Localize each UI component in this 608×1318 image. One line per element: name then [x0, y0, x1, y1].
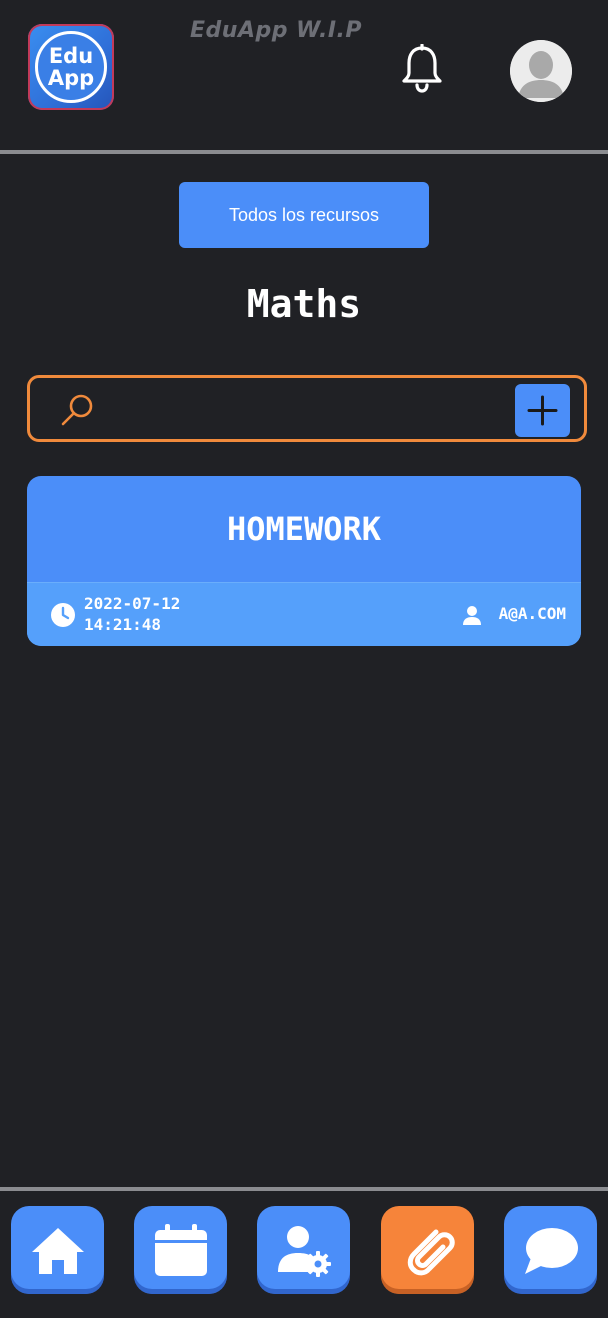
nav-profile-settings-button[interactable] — [257, 1206, 350, 1294]
nav-calendar-button[interactable] — [134, 1206, 227, 1294]
eduapp-logo[interactable]: Edu App — [28, 24, 114, 110]
plus-icon — [527, 395, 558, 426]
resource-date: 2022-07-12 — [84, 594, 181, 613]
logo-text-line2: App — [47, 66, 95, 90]
chat-icon — [524, 1228, 578, 1274]
home-icon — [31, 1228, 84, 1274]
resource-time: 14:21:48 — [84, 615, 162, 634]
user-settings-icon — [277, 1226, 331, 1277]
search-input[interactable] — [108, 386, 508, 430]
search-icon — [61, 394, 93, 426]
resource-card[interactable]: HOMEWORK 2022-07-12 14:21:48 A@A.COM — [27, 476, 581, 646]
search-bar — [27, 375, 587, 442]
add-resource-button[interactable] — [515, 384, 570, 437]
top-header: Edu App EduApp W.I.P — [0, 0, 608, 150]
nav-resources-button[interactable] — [381, 1206, 474, 1294]
avatar-silhouette-icon — [510, 40, 572, 102]
header-divider — [0, 150, 608, 154]
paperclip-icon — [407, 1229, 455, 1276]
logo-text-line1: Edu — [48, 44, 94, 68]
resource-title: HOMEWORK — [226, 510, 382, 548]
resource-datetime: 2022-07-12 14:21:48 — [84, 593, 180, 635]
resource-meta: 2022-07-12 14:21:48 A@A.COM — [27, 582, 581, 646]
app-screen: Edu App EduApp W.I.P Todos los recursos … — [0, 0, 608, 1318]
nav-home-button[interactable] — [11, 1206, 104, 1294]
user-avatar[interactable] — [510, 40, 572, 102]
nav-chat-button[interactable] — [504, 1206, 597, 1294]
clock-icon — [51, 603, 75, 627]
all-resources-button[interactable]: Todos los recursos — [179, 182, 429, 248]
nav-divider — [0, 1187, 608, 1191]
resource-author: A@A.COM — [498, 604, 566, 623]
bell-icon[interactable] — [400, 44, 444, 94]
calendar-icon — [154, 1224, 207, 1276]
user-icon — [463, 606, 481, 625]
subject-title: Maths — [246, 282, 362, 326]
app-title: EduApp W.I.P — [190, 18, 362, 43]
logo-ring: Edu App — [35, 31, 107, 103]
